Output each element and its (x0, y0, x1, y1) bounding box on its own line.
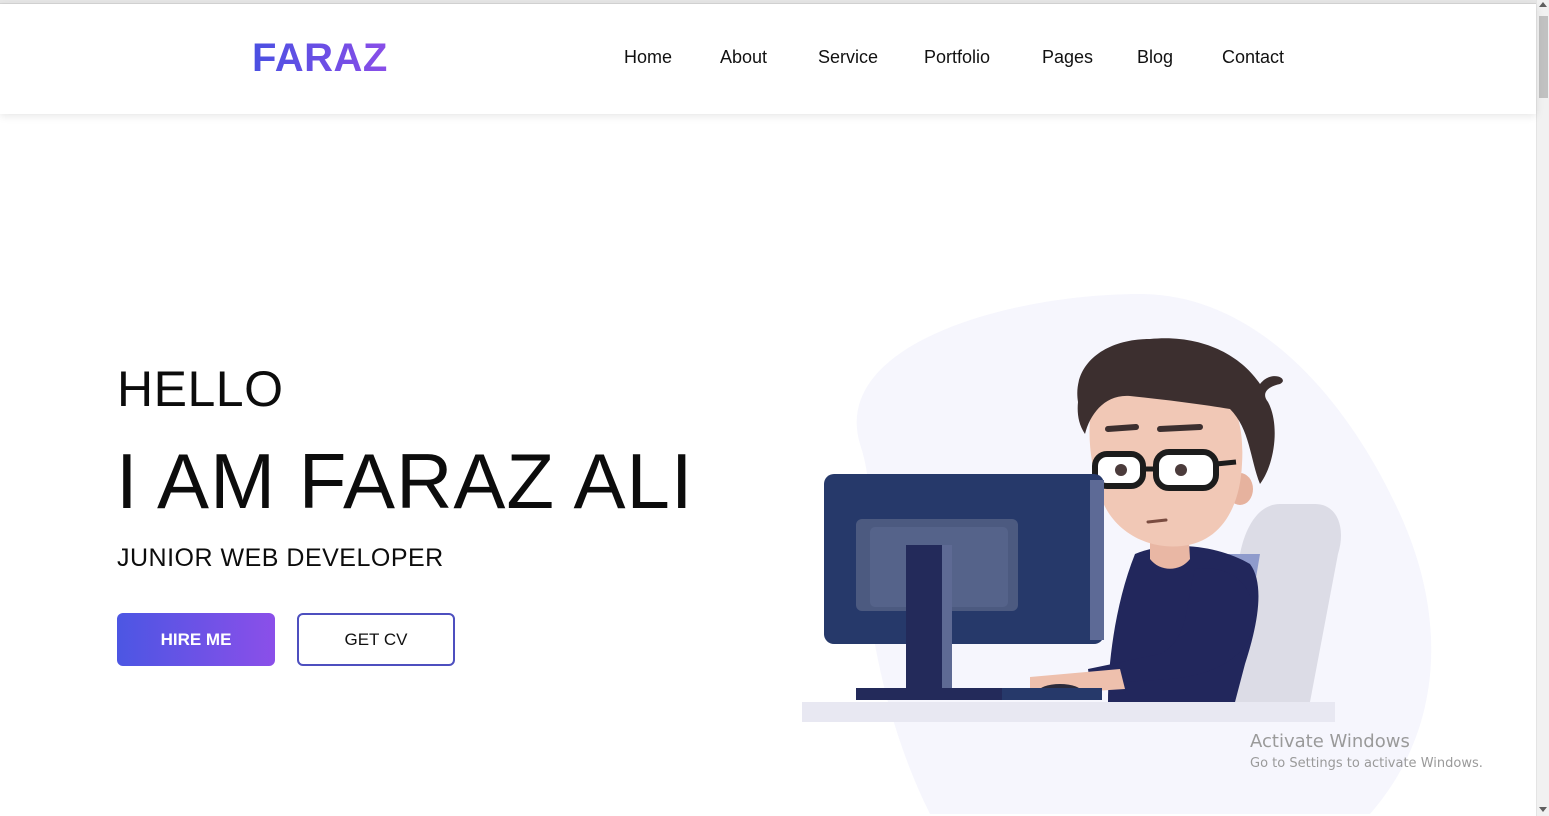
monitor-base (856, 688, 1002, 700)
monitor-stand-shade (942, 545, 952, 693)
hire-me-button[interactable]: HIRE ME (117, 613, 275, 666)
desk (802, 702, 1335, 722)
mouth (1146, 518, 1168, 524)
hero-section: HELLO I AM FARAZ ALI JUNIOR WEB DEVELOPE… (0, 114, 1536, 816)
scrollbar-thumb[interactable] (1539, 16, 1548, 98)
eyebrow-right (1157, 424, 1203, 432)
nav-portfolio-link[interactable]: Portfolio (924, 47, 990, 68)
nav-blog-link[interactable]: Blog (1137, 47, 1173, 68)
hero-role: JUNIOR WEB DEVELOPER (117, 544, 444, 572)
hero-greeting: HELLO (117, 361, 284, 417)
nav-service-link[interactable]: Service (818, 47, 878, 68)
navbar: FARAZ Home About Service Portfolio Pages… (0, 4, 1536, 114)
glasses-arm (1215, 459, 1237, 467)
monitor-back-edge (1090, 480, 1104, 640)
eye-right (1175, 464, 1187, 476)
nav-pages-link[interactable]: Pages (1042, 47, 1093, 68)
main-nav: Home About Service Portfolio Pages Blog … (0, 47, 1536, 77)
activate-windows-watermark: Activate Windows Go to Settings to activ… (1250, 731, 1483, 771)
scroll-up-arrow-icon[interactable] (1539, 2, 1547, 7)
scroll-down-arrow-icon[interactable] (1539, 807, 1547, 812)
keyboard (1002, 688, 1102, 700)
nav-about-link[interactable]: About (720, 47, 767, 68)
get-cv-button[interactable]: GET CV (297, 613, 455, 666)
nav-home-link[interactable]: Home (624, 47, 672, 68)
watermark-subtitle: Go to Settings to activate Windows. (1250, 756, 1483, 771)
eye-left (1115, 464, 1127, 476)
hero-headline: I AM FARAZ ALI (116, 437, 694, 525)
watermark-title: Activate Windows (1250, 731, 1410, 752)
vertical-scrollbar[interactable] (1536, 0, 1549, 816)
nav-contact-link[interactable]: Contact (1222, 47, 1284, 68)
eyebrow-left (1105, 424, 1139, 432)
